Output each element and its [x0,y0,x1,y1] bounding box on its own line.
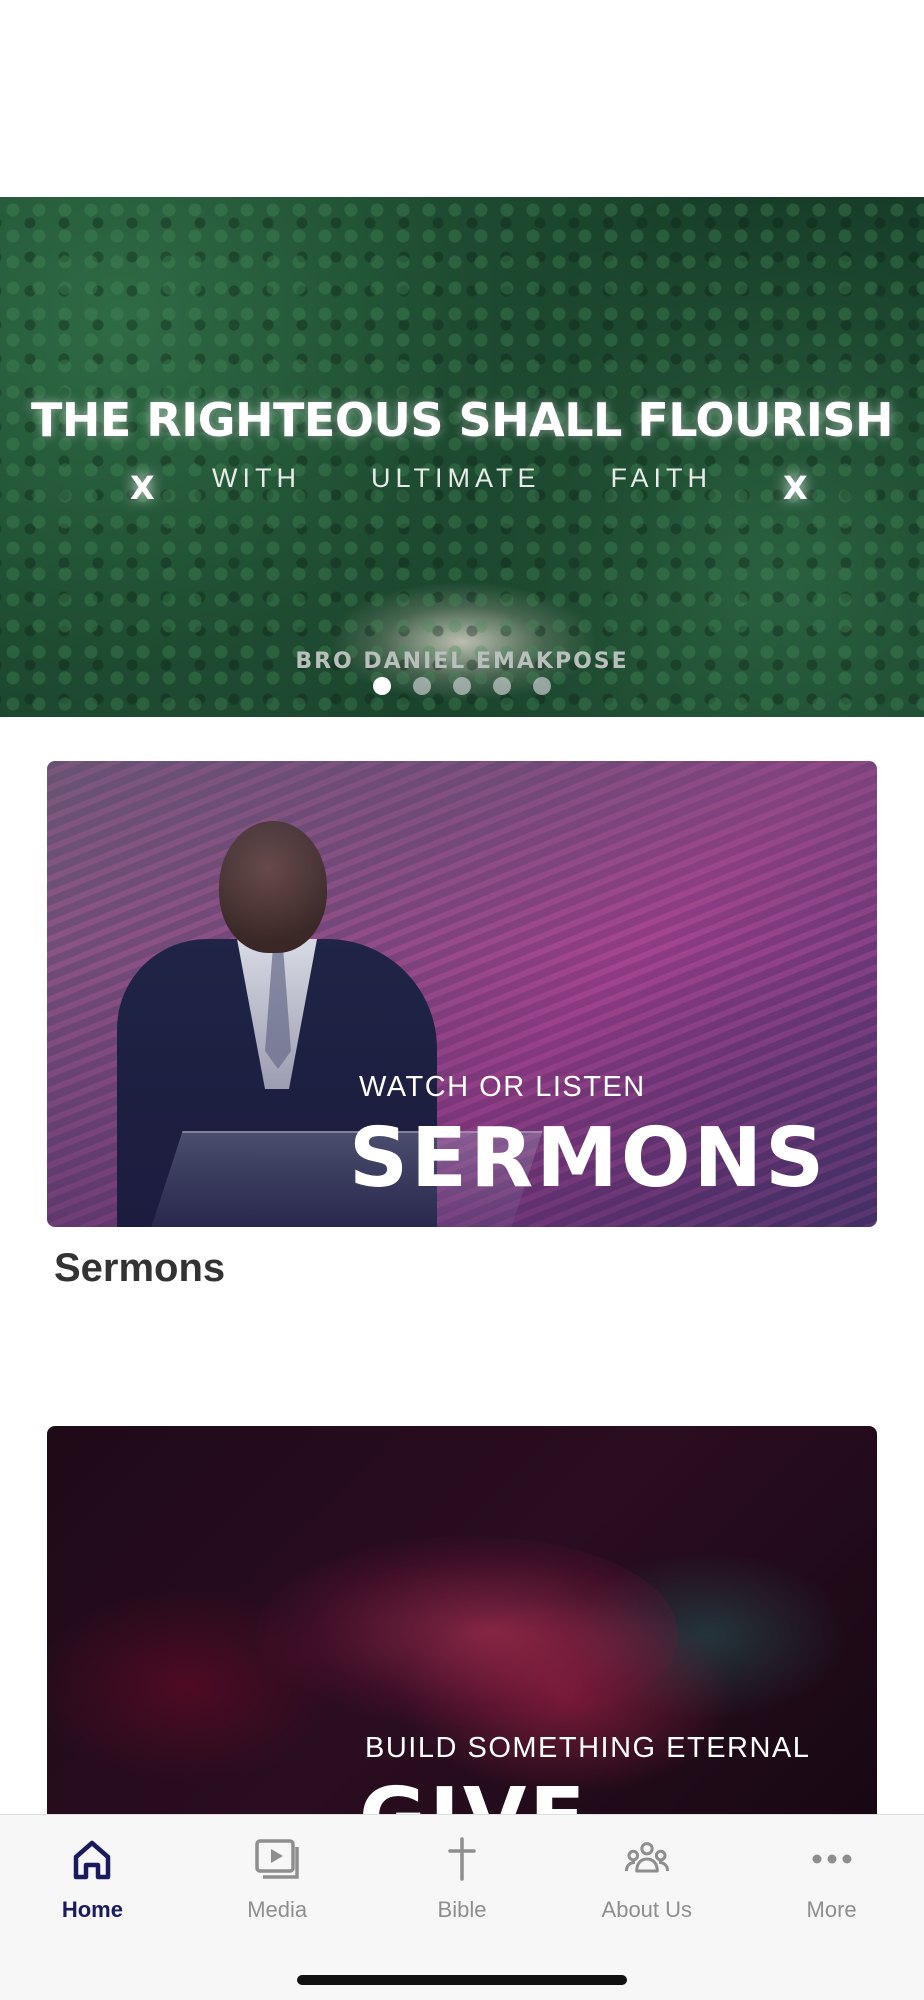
carousel-dot[interactable] [413,677,431,695]
media-icon [255,1839,299,1879]
give-kicker: BUILD SOMETHING ETERNAL [365,1732,811,1764]
hero-subtitle-word: ULTIMATE [370,463,541,493]
carousel-dot[interactable] [453,677,471,695]
tab-home[interactable]: Home [0,1815,185,1945]
sermons-kicker: WATCH OR LISTEN [359,1071,646,1103]
sermons-card-label[interactable]: Sermons [54,1246,225,1291]
tab-label: About Us [601,1897,693,1922]
tab-bar: Home Media Bible About Us More [0,1814,924,2000]
hero-banner[interactable]: THE RIGHTEOUS SHALL FLOURISH X WITH ULTI… [0,197,924,717]
hero-speaker: BRO DANIEL EMAKPOSE [295,649,629,674]
tab-more[interactable]: More [739,1815,924,1945]
people-icon [624,1842,669,1873]
tab-bible[interactable]: Bible [370,1815,555,1945]
cross-icon [448,1837,476,1881]
hero-x-mark-right: X [783,469,808,507]
carousel-dot[interactable] [493,677,511,695]
carousel-dots [0,677,924,695]
hero-subtitle-word: WITH [211,463,301,493]
tab-label: Home [61,1897,123,1922]
home-indicator [297,1975,627,1985]
hands-image [257,1536,677,1726]
carousel-dot[interactable] [373,677,391,695]
sermons-card[interactable]: WATCH OR LISTEN SERMONS [47,761,877,1227]
hero-title: THE RIGHTEOUS SHALL FLOURISH [30,393,894,447]
tab-label: Bible [437,1897,487,1922]
tab-media[interactable]: Media [185,1815,370,1945]
carousel-dot[interactable] [533,677,551,695]
tab-label: More [806,1897,857,1922]
more-icon [812,1854,852,1864]
tab-label: Media [247,1897,308,1922]
tab-about-us[interactable]: About Us [554,1815,739,1945]
give-card[interactable]: BUILD SOMETHING ETERNAL GIVE [47,1426,877,1846]
home-icon [74,1840,111,1880]
hero-subtitle-word: FAITH [610,463,712,493]
sermons-headline: SERMONS [349,1111,828,1206]
